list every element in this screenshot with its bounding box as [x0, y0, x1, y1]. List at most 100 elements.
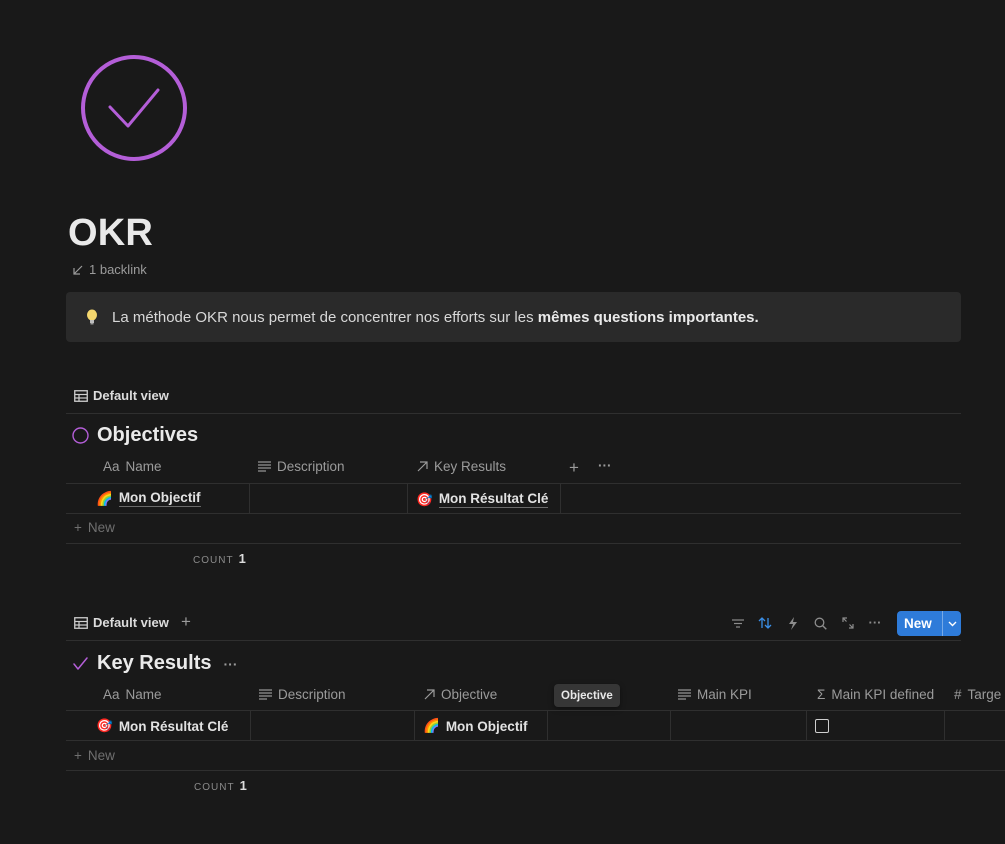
hash-icon: # — [954, 687, 962, 702]
count-value: 1 — [238, 551, 246, 566]
text-lines-icon — [259, 689, 272, 700]
view-tab-label: Default view — [93, 615, 169, 630]
lightbulb-icon — [82, 307, 102, 327]
text-lines-icon — [258, 461, 271, 472]
search-icon[interactable] — [812, 615, 828, 631]
add-view-plus-icon[interactable]: + — [181, 612, 191, 632]
view-tab-label: Default view — [93, 388, 169, 403]
column-divider — [249, 484, 250, 513]
count-value: 1 — [239, 778, 247, 793]
check-circle-icon[interactable] — [80, 54, 188, 162]
row-name: Mon Objectif — [118, 490, 201, 507]
column-header-label: Name — [125, 459, 162, 474]
objectives-db-title[interactable]: Objectives — [72, 424, 198, 447]
column-divider — [806, 711, 807, 740]
divider — [66, 513, 961, 514]
divider — [66, 640, 961, 641]
objectives-db-title-label: Objectives — [97, 424, 199, 446]
table-row-objective-cell[interactable]: 🌈 Mon Objectif — [423, 718, 528, 734]
divider — [66, 483, 961, 484]
callout[interactable]: La méthode OKR nous permet de concentrer… — [66, 292, 961, 342]
column-header-objective[interactable]: Objective — [424, 687, 497, 702]
target-emoji-icon: 🎯 — [416, 491, 433, 507]
table-row-name-cell[interactable]: 🎯 Mon Résultat Clé — [96, 718, 228, 734]
new-button-label: New — [904, 616, 932, 631]
column-divider — [670, 711, 671, 740]
circle-icon — [72, 427, 89, 444]
plus-icon: + — [74, 748, 82, 763]
backlink-label: 1 backlink — [89, 262, 147, 277]
column-header-main-kpi-defined[interactable]: Σ Main KPI defined — [817, 687, 934, 702]
relation-value: Mon Résultat Clé — [438, 491, 549, 508]
rainbow-emoji-icon: 🌈 — [423, 718, 440, 733]
expand-icon[interactable] — [840, 615, 856, 631]
column-divider — [547, 711, 548, 740]
column-header-label: Targe — [967, 687, 1002, 702]
more-options-icon[interactable]: ··· — [598, 458, 612, 473]
column-divider — [407, 484, 408, 513]
checkmark-icon — [72, 656, 89, 671]
text-lines-icon — [678, 689, 691, 700]
column-header-name[interactable]: Aa Name — [103, 459, 162, 474]
divider — [66, 740, 1005, 741]
column-divider — [414, 711, 415, 740]
key-results-db-title[interactable]: Key Results ··· — [72, 652, 238, 675]
column-divider — [560, 484, 561, 513]
divider — [66, 543, 961, 544]
chevron-down-icon[interactable] — [943, 621, 961, 627]
sigma-icon: Σ — [817, 687, 826, 702]
key-results-view-tab[interactable]: Default view — [74, 615, 169, 630]
count-label: COUNT — [194, 782, 235, 793]
column-header-label: Main KPI — [697, 687, 752, 702]
callout-text-bold: mêmes questions importantes. — [537, 308, 759, 326]
divider — [66, 710, 1005, 711]
callout-text: La méthode OKR nous permet de concentrer… — [112, 309, 759, 326]
column-header-label: Description — [277, 459, 345, 474]
column-header-label: Objective — [441, 687, 498, 702]
column-header-label: Main KPI defined — [831, 687, 935, 702]
more-options-icon[interactable]: ··· — [867, 614, 883, 630]
main-kpi-defined-checkbox[interactable] — [815, 719, 829, 733]
more-options-icon[interactable]: ··· — [224, 656, 238, 672]
count-summary[interactable]: COUNT 1 — [194, 778, 247, 793]
relation-value: Mon Objectif — [445, 718, 528, 734]
column-tooltip: Objective — [554, 684, 620, 707]
divider — [66, 413, 961, 414]
column-header-label: Name — [125, 687, 162, 702]
column-header-target[interactable]: # Targe — [954, 687, 1001, 702]
count-summary[interactable]: COUNT 1 — [193, 551, 246, 566]
relation-arrow-icon — [424, 689, 435, 700]
new-row-label: New — [87, 748, 115, 763]
add-new-row-button[interactable]: + New — [74, 520, 115, 535]
add-new-row-button[interactable]: + New — [74, 748, 115, 763]
add-column-plus-icon[interactable]: + — [569, 458, 579, 478]
plus-icon: + — [74, 520, 82, 535]
relation-arrow-icon — [417, 461, 428, 472]
page-title[interactable]: OKR — [68, 212, 153, 255]
backlink[interactable]: 1 backlink — [73, 262, 147, 277]
new-row-label: New — [87, 520, 115, 535]
text-type-icon: Aa — [103, 687, 120, 702]
rainbow-emoji-icon: 🌈 — [96, 490, 113, 506]
row-name: Mon Résultat Clé — [118, 718, 229, 734]
lightning-icon[interactable] — [785, 615, 801, 631]
sort-icon[interactable] — [757, 615, 773, 631]
table-icon — [74, 389, 88, 402]
table-row-name-cell[interactable]: 🌈 Mon Objectif — [96, 490, 201, 507]
column-header-name[interactable]: Aa Name — [103, 687, 162, 702]
count-label: COUNT — [193, 555, 234, 566]
column-header-key-results[interactable]: Key Results — [417, 459, 506, 474]
column-header-label: Key Results — [434, 459, 507, 474]
column-header-label: Description — [278, 687, 346, 702]
new-record-button[interactable]: New — [897, 611, 961, 636]
objectives-view-tab[interactable]: Default view — [74, 388, 169, 403]
target-emoji-icon: 🎯 — [96, 718, 113, 733]
filter-icon[interactable] — [730, 615, 746, 631]
column-header-description[interactable]: Description — [259, 687, 346, 702]
backlink-arrow-icon — [73, 265, 83, 275]
okr-page: OKR 1 backlink La méthode OKR nous perme… — [0, 0, 1005, 844]
column-divider — [944, 711, 945, 740]
column-header-description[interactable]: Description — [258, 459, 345, 474]
column-header-main-kpi[interactable]: Main KPI — [678, 687, 752, 702]
table-row-key-results-cell[interactable]: 🎯 Mon Résultat Clé — [416, 491, 549, 508]
